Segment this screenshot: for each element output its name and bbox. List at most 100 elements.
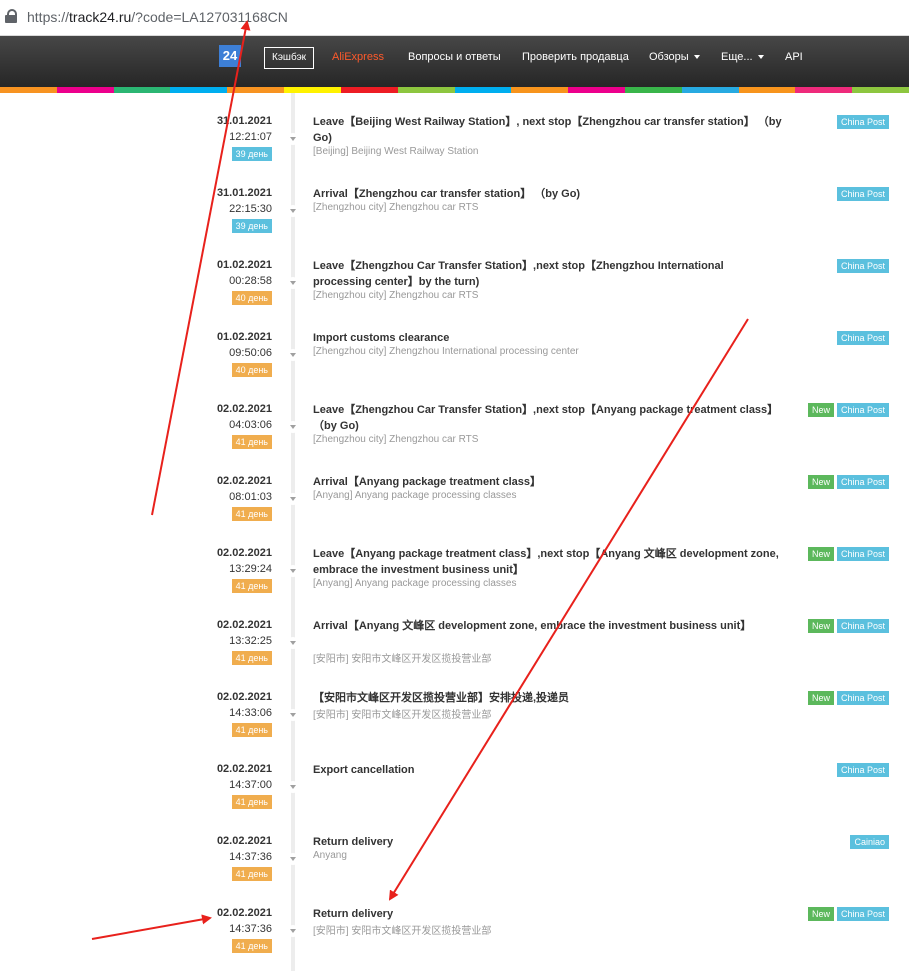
chevron-down-icon[interactable] <box>287 277 299 289</box>
new-badge: New <box>807 403 834 417</box>
event-location: [安阳市] 安阳市文峰区开发区揽投营业部 <box>313 654 492 665</box>
event-time: 14:33:06 <box>229 707 272 719</box>
tracking-event: 31.01.2021 22:15:30 39 день Arrival【Zhengzh… <box>0 165 909 237</box>
nav-check-seller[interactable]: Проверить продавца <box>522 51 629 63</box>
chevron-down-icon[interactable] <box>287 493 299 505</box>
event-title: 【安阳市文峰区开发区揽投营业部】安排投递,投递员 <box>313 692 570 704</box>
event-date: 02.02.2021 <box>216 691 272 703</box>
new-badge: New <box>807 691 834 705</box>
event-time: 09:50:06 <box>229 347 272 359</box>
chevron-down-icon[interactable] <box>287 925 299 937</box>
event-time: 08:01:03 <box>229 491 272 503</box>
days-badge: 41 день <box>231 795 272 809</box>
event-date: 01.02.2021 <box>216 331 272 343</box>
event-badges: China Post <box>836 331 889 345</box>
tracking-event: 01.02.2021 09:50:06 40 день Import customs … <box>0 309 909 381</box>
tracking-event: 02.02.2021 08:01:03 41 день Arrival【Anyang … <box>0 453 909 525</box>
nav-aliexpress[interactable]: AliExpress <box>332 51 384 63</box>
event-date: 31.01.2021 <box>216 115 272 127</box>
nav-faq[interactable]: Вопросы и ответы <box>408 51 501 63</box>
source-badge: China Post <box>836 115 889 129</box>
chevron-down-icon[interactable] <box>287 853 299 865</box>
chevron-down-icon[interactable] <box>287 781 299 793</box>
event-time: 13:29:24 <box>229 563 272 575</box>
event-badges: China Post <box>836 187 889 201</box>
lock-icon <box>5 9 17 23</box>
event-badges: New China Post <box>807 619 889 633</box>
chevron-down-icon[interactable] <box>287 565 299 577</box>
site-logo[interactable]: 24 <box>219 45 241 67</box>
event-location: [安阳市] 安阳市文峰区开发区揽投营业部 <box>313 710 492 721</box>
url-text[interactable]: https://track24.ru/?code=LA127031168CN <box>27 9 288 25</box>
event-title: Leave【Beijing West Railway Station】, nex… <box>313 116 782 144</box>
days-badge: 41 день <box>231 867 272 881</box>
tracking-event: 02.02.2021 04:03:06 41 день Leave【Zhengzhou… <box>0 381 909 453</box>
event-badges: New China Post <box>807 475 889 489</box>
browser-address-bar[interactable]: https://track24.ru/?code=LA127031168CN <box>0 0 909 36</box>
event-date: 31.01.2021 <box>216 187 272 199</box>
event-time: 14:37:00 <box>229 779 272 791</box>
event-title: Arrival【Anyang package treatment class】 <box>313 476 542 488</box>
event-date: 02.02.2021 <box>216 475 272 487</box>
tracking-event: 02.02.2021 14:37:36 41 день Return delivery… <box>0 813 909 885</box>
nav-more-label: Еще... <box>721 51 753 63</box>
event-date: 02.02.2021 <box>216 763 272 775</box>
tracking-event: 02.02.2021 14:33:06 41 день 【安阳市文峰区开发区揽投营业部… <box>0 669 909 741</box>
days-badge: 41 день <box>231 723 272 737</box>
new-badge: New <box>807 619 834 633</box>
event-title: Leave【Zhengzhou Car Transfer Station】,ne… <box>313 260 724 288</box>
source-badge: China Post <box>836 259 889 273</box>
source-badge: China Post <box>836 619 889 633</box>
chevron-down-icon[interactable] <box>287 637 299 649</box>
tracking-event: 02.02.2021 13:29:24 41 день Leave【Anyang pa… <box>0 525 909 597</box>
site-navbar: 24 Кэшбэк AliExpress Вопросы и ответы Пр… <box>0 36 909 87</box>
event-badges: New China Post <box>807 547 889 561</box>
chevron-down-icon[interactable] <box>287 205 299 217</box>
source-badge: China Post <box>836 475 889 489</box>
nav-api[interactable]: API <box>785 51 803 63</box>
event-badges: China Post <box>836 763 889 777</box>
event-badges: Cainiao <box>850 835 889 849</box>
days-badge: 41 день <box>231 939 272 953</box>
url-scheme: https:// <box>27 9 70 25</box>
url-path: /?code=LA127031168CN <box>131 9 288 25</box>
event-badges: China Post <box>836 115 889 129</box>
event-location: [安阳市] 安阳市文峰区开发区揽投营业部 <box>313 926 492 937</box>
event-time: 00:28:58 <box>229 275 272 287</box>
event-location: [Zhengzhou city] Zhengzhou car RTS <box>313 434 479 445</box>
days-badge: 41 день <box>231 507 272 521</box>
chevron-down-icon[interactable] <box>287 709 299 721</box>
event-title: Import customs clearance <box>313 332 450 344</box>
event-time: 14:37:36 <box>229 851 272 863</box>
event-badges: China Post <box>836 259 889 273</box>
nav-more-dropdown[interactable]: Еще... <box>721 51 764 63</box>
event-badges: New China Post <box>807 691 889 705</box>
event-title: Return delivery <box>313 836 394 848</box>
tracking-event: 02.02.2021 14:37:00 41 день Export cancella… <box>0 741 909 813</box>
days-badge: 39 день <box>231 219 272 233</box>
event-title: Arrival【Zhengzhou car transfer station】 … <box>313 188 581 200</box>
tracking-event: 02.02.2021 14:37:36 41 день Return delivery… <box>0 885 909 957</box>
event-time: 14:37:36 <box>229 923 272 935</box>
event-date: 02.02.2021 <box>216 835 272 847</box>
event-date: 02.02.2021 <box>216 403 272 415</box>
new-badge: New <box>807 475 834 489</box>
caret-down-icon <box>693 55 700 60</box>
source-badge: China Post <box>836 763 889 777</box>
cashback-button[interactable]: Кэшбэк <box>264 47 315 69</box>
source-badge: Cainiao <box>850 835 889 849</box>
nav-reviews-label: Обзоры <box>649 51 689 63</box>
event-location: [Zhengzhou city] Zhengzhou car RTS <box>313 290 479 301</box>
event-location: [Anyang] Anyang package processing class… <box>313 490 517 501</box>
tracking-timeline: 31.01.2021 12:21:07 39 день Leave【Beijing W… <box>0 93 909 971</box>
nav-reviews-dropdown[interactable]: Обзоры <box>649 51 700 63</box>
days-badge: 41 день <box>231 651 272 665</box>
source-badge: China Post <box>836 907 889 921</box>
chevron-down-icon[interactable] <box>287 421 299 433</box>
chevron-down-icon[interactable] <box>287 133 299 145</box>
days-badge: 40 день <box>231 363 272 377</box>
chevron-down-icon[interactable] <box>287 349 299 361</box>
tracking-event: 02.02.2021 13:32:25 41 день Arrival【Anyang … <box>0 597 909 669</box>
event-time: 12:21:07 <box>229 131 272 143</box>
event-title: Export cancellation <box>313 764 415 776</box>
